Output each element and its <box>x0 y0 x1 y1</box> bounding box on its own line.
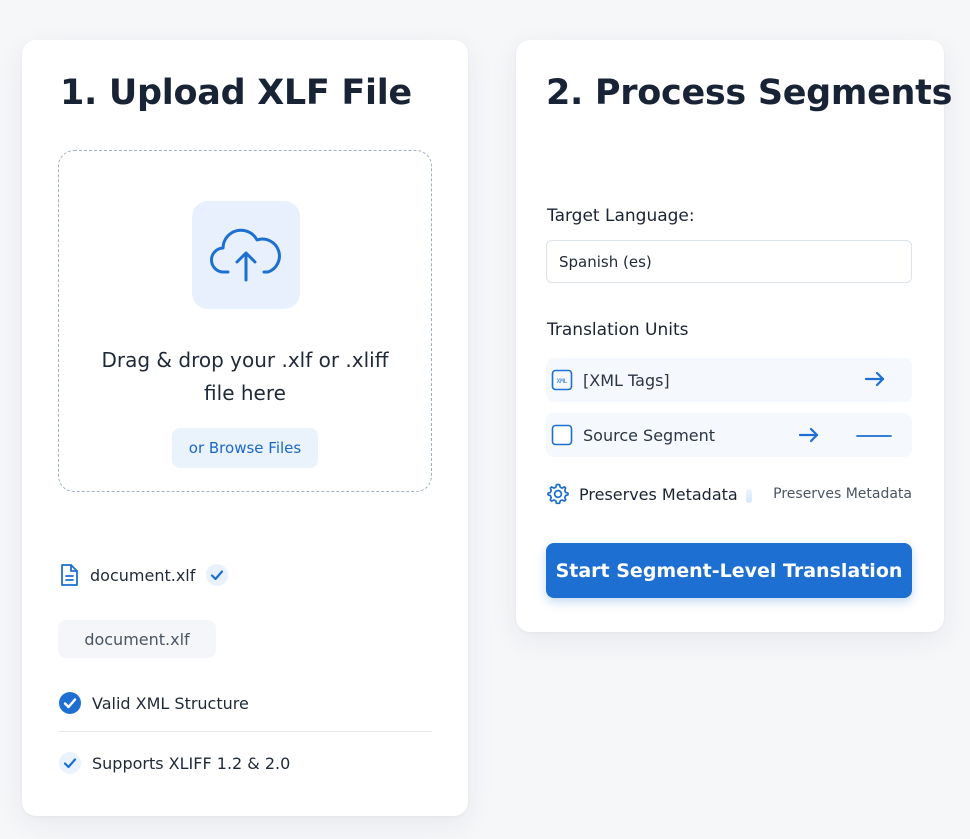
check-circle-icon <box>58 691 82 715</box>
svg-text:XML: XML <box>557 378 568 385</box>
decorative-tick <box>746 489 752 503</box>
file-ok-check-icon <box>205 563 229 587</box>
start-translation-button[interactable]: Start Segment-Level Translation <box>546 543 912 598</box>
arrow-right-icon <box>798 426 820 444</box>
checkbox-icon[interactable] <box>551 424 573 446</box>
unit-label: [XML Tags] <box>583 370 670 390</box>
process-card: 2. Process Segments Target Language: Tra… <box>516 40 952 632</box>
valid-xml-label: Valid XML Structure <box>92 693 249 713</box>
preserves-metadata-note: Preserves Metadata <box>773 486 912 502</box>
supports-xliff-note: Supports XLIFF 1.2 & 2.0 <box>58 750 290 776</box>
target-language-input[interactable] <box>546 240 912 283</box>
target-language-label: Target Language: <box>547 206 695 226</box>
arrow-right-icon <box>864 370 886 388</box>
supports-xliff-label: Supports XLIFF 1.2 & 2.0 <box>92 753 291 773</box>
file-name: document.xlf <box>90 565 196 585</box>
browse-files-button[interactable]: or Browse Files <box>172 428 318 468</box>
file-name-pill: document.xlf <box>58 620 216 658</box>
metadata-row: Preserves Metadata Preserves Metadata <box>546 481 912 507</box>
xml-tag-icon: XML <box>551 369 573 391</box>
divider <box>58 731 432 732</box>
cloud-upload-icon <box>192 201 300 309</box>
unit-row-source-segment[interactable]: Source Segment <box>546 413 912 457</box>
file-drop-zone[interactable]: Drag & drop your .xlf or .xliff file her… <box>58 150 432 492</box>
document-icon <box>58 563 80 587</box>
app-canvas: 1. Upload XLF File Drag & drop your .xlf… <box>0 0 970 839</box>
unit-row-xml-tags[interactable]: XML [XML Tags] <box>546 358 912 402</box>
upload-card: 1. Upload XLF File Drag & drop your .xlf… <box>22 40 468 816</box>
gear-icon <box>546 482 570 506</box>
unit-label: Source Segment <box>583 425 716 445</box>
selected-file-row: document.xlf <box>58 562 229 588</box>
target-placeholder-line <box>856 434 892 438</box>
preserves-metadata-label: Preserves Metadata <box>579 484 738 504</box>
drop-instructions: Drag & drop your .xlf or .xliff file her… <box>101 348 389 405</box>
process-title: 2. Process Segments <box>546 73 953 113</box>
upload-title: 1. Upload XLF File <box>60 73 412 113</box>
check-icon <box>58 751 82 775</box>
valid-xml-status: Valid XML Structure <box>58 690 249 716</box>
translation-units-heading: Translation Units <box>547 320 689 340</box>
